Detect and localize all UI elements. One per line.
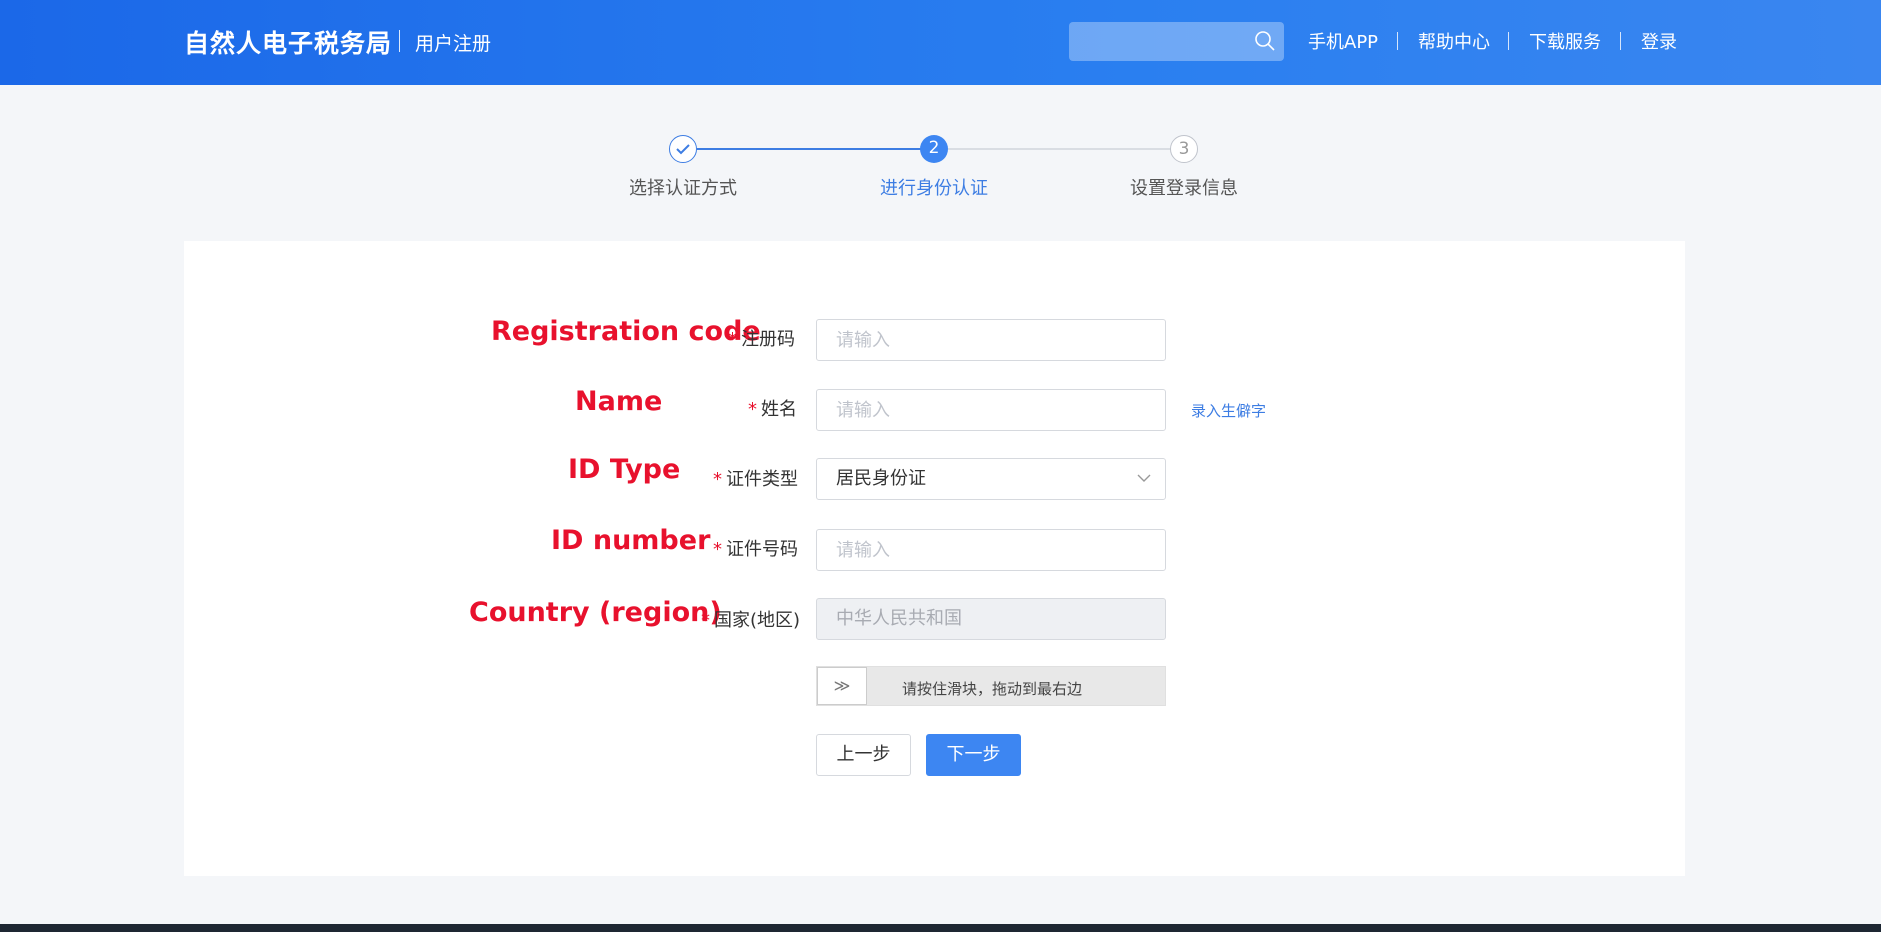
prev-step-button[interactable]: 上一步 — [816, 734, 911, 776]
nav-mobile-app[interactable]: 手机APP — [1308, 28, 1378, 54]
step-3-label: 设置登录信息 — [1130, 178, 1238, 199]
id-number-input[interactable] — [816, 529, 1166, 571]
step-1-check-icon — [669, 135, 697, 163]
step-2-circle: 2 — [920, 135, 948, 163]
nav-divider — [1620, 32, 1621, 50]
required-mark: * — [701, 610, 710, 631]
annotation-country: Country (region) — [469, 597, 722, 628]
required-mark: * — [713, 469, 722, 490]
step-progress: 2 3 选择认证方式 进行身份认证 设置登录信息 — [0, 130, 1881, 200]
nav-help-center[interactable]: 帮助中心 — [1418, 28, 1490, 54]
label-text: 证件类型 — [726, 469, 798, 490]
rare-character-link[interactable]: 录入生僻字 — [1191, 400, 1266, 421]
top-header: 自然人电子税务局 用户注册 手机APP 帮助中心 下载服务 登录 — [0, 0, 1881, 85]
country-field: 中华人民共和国 — [816, 598, 1166, 640]
label-name: * 姓名 — [748, 395, 797, 421]
annotation-id-number: ID number — [551, 525, 711, 556]
registration-code-input[interactable] — [816, 319, 1166, 361]
name-input[interactable] — [816, 389, 1166, 431]
site-brand[interactable]: 自然人电子税务局 — [184, 24, 392, 60]
label-text: 注册码 — [741, 329, 795, 350]
chevron-down-icon — [1137, 474, 1151, 482]
id-type-value: 居民身份证 — [836, 468, 926, 489]
step-2-label: 进行身份认证 — [880, 178, 988, 199]
required-mark: * — [713, 539, 722, 560]
search-box[interactable] — [1069, 22, 1284, 61]
footer-strip — [0, 924, 1881, 932]
brand-divider — [399, 30, 400, 52]
nav-download-service[interactable]: 下载服务 — [1529, 28, 1601, 54]
label-registration-code: * 注册码 — [728, 325, 795, 351]
nav-login[interactable]: 登录 — [1641, 28, 1677, 54]
page-subtitle: 用户注册 — [415, 33, 492, 55]
step-connector-done — [697, 148, 921, 150]
label-country: * 国家(地区) — [701, 606, 800, 632]
annotation-name: Name — [575, 386, 663, 417]
nav-divider — [1508, 32, 1509, 50]
label-text: 姓名 — [761, 399, 797, 420]
nav-divider — [1397, 32, 1398, 50]
label-text: 证件号码 — [726, 539, 798, 560]
slide-handle-icon[interactable]: ≫ — [817, 667, 867, 705]
slide-instruction: 请按住滑块，拖动到最右边 — [902, 680, 1083, 698]
search-icon[interactable] — [1254, 30, 1276, 52]
next-step-button[interactable]: 下一步 — [926, 734, 1021, 776]
step-1-label: 选择认证方式 — [629, 178, 737, 199]
step-connector-pending — [948, 148, 1172, 150]
step-3-circle: 3 — [1170, 135, 1198, 163]
required-mark: * — [728, 329, 737, 350]
required-mark: * — [748, 399, 757, 420]
label-id-number: * 证件号码 — [713, 535, 798, 561]
annotation-id-type: ID Type — [568, 454, 681, 485]
slide-verify-track[interactable]: ≫ 请按住滑块，拖动到最右边 — [816, 666, 1166, 706]
annotation-registration-code: Registration code — [491, 316, 761, 347]
id-type-select[interactable]: 居民身份证 — [816, 458, 1166, 500]
label-id-type: * 证件类型 — [713, 465, 798, 491]
label-text: 国家(地区) — [714, 610, 801, 631]
